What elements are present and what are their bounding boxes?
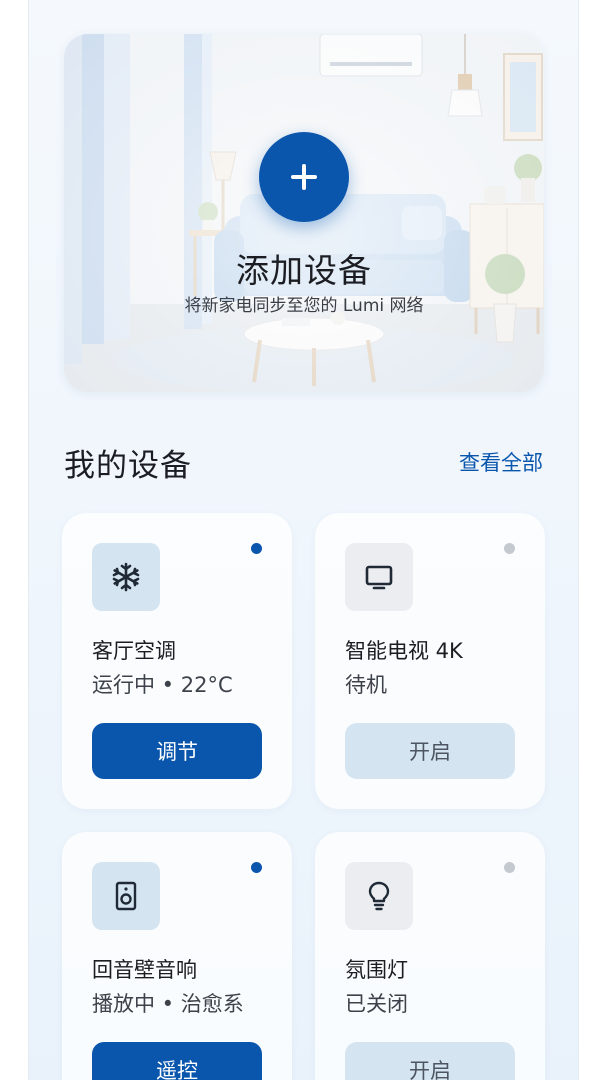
status-dot-inactive xyxy=(504,543,515,554)
lightbulb-icon xyxy=(368,881,390,911)
device-card-soundbar[interactable]: 回音壁音响 播放中 • 治愈系 遥控 xyxy=(62,832,292,1080)
device-icon-box xyxy=(345,543,413,611)
status-dot-active xyxy=(251,862,262,873)
device-name: 回音壁音响 xyxy=(92,958,197,982)
section-title: 我的设备 xyxy=(64,448,192,484)
add-device-hero-card[interactable]: 添加设备 将新家电同步至您的 Lumi 网络 xyxy=(64,34,544,392)
view-all-link[interactable]: 查看全部 xyxy=(459,447,543,477)
device-icon-box xyxy=(92,543,160,611)
device-card-air-conditioner[interactable]: 客厅空调 运行中 • 22°C 调节 xyxy=(62,513,292,809)
device-name: 智能电视 4K xyxy=(345,639,463,663)
status-dot-inactive xyxy=(504,862,515,873)
device-status: 播放中 • 治愈系 xyxy=(92,992,244,1016)
speaker-icon xyxy=(115,881,137,911)
tv-icon xyxy=(365,565,393,590)
turn-on-button[interactable]: 开启 xyxy=(345,723,515,779)
app-screen: 添加设备 将新家电同步至您的 Lumi 网络 我的设备 查看全部 客厅空调 运行… xyxy=(28,0,579,1080)
device-status: 已关闭 xyxy=(345,992,408,1016)
device-icon-box xyxy=(92,862,160,930)
hero-title: 添加设备 xyxy=(236,251,372,290)
device-icon-box xyxy=(345,862,413,930)
remote-control-button[interactable]: 遥控 xyxy=(92,1042,262,1080)
status-dot-active xyxy=(251,543,262,554)
device-card-ambient-light[interactable]: 氛围灯 已关闭 开启 xyxy=(315,832,545,1080)
add-device-button[interactable] xyxy=(259,132,349,222)
device-card-smart-tv[interactable]: 智能电视 4K 待机 开启 xyxy=(315,513,545,809)
device-name: 氛围灯 xyxy=(345,958,408,982)
plus-icon xyxy=(291,164,317,190)
snowflake-icon xyxy=(112,562,140,592)
adjust-button[interactable]: 调节 xyxy=(92,723,262,779)
hero-subtitle: 将新家电同步至您的 Lumi 网络 xyxy=(184,296,424,316)
device-status: 运行中 • 22°C xyxy=(92,673,233,697)
turn-on-button[interactable]: 开启 xyxy=(345,1042,515,1080)
device-status: 待机 xyxy=(345,673,387,697)
device-name: 客厅空调 xyxy=(92,639,176,663)
